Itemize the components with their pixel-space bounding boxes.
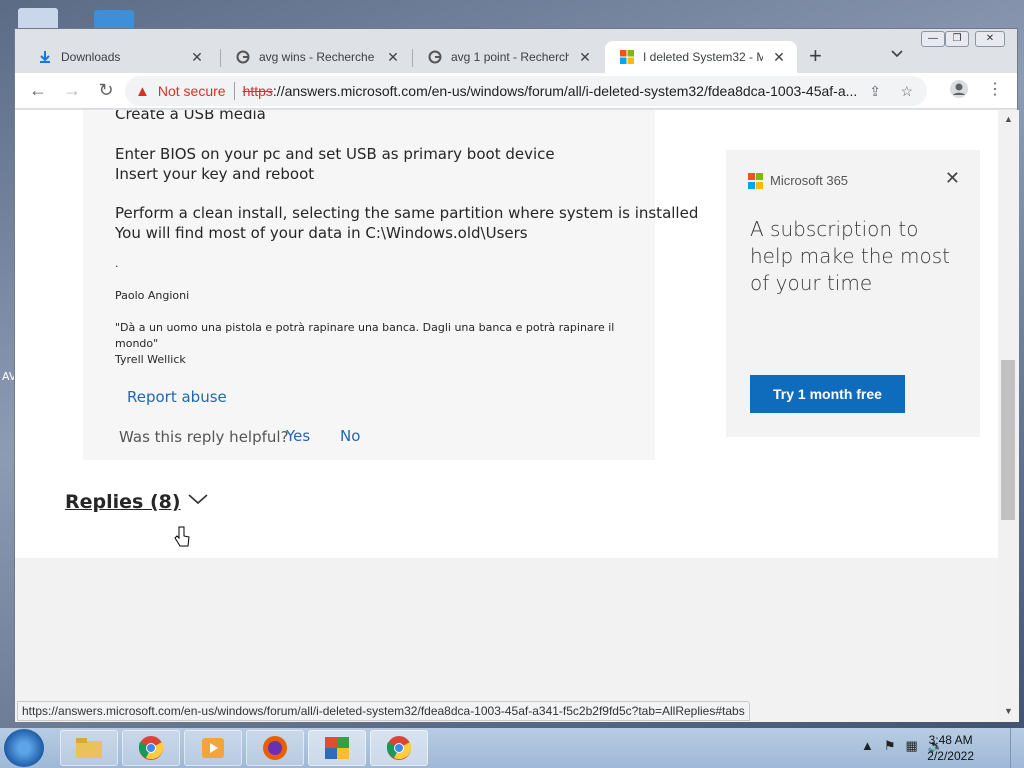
chrome-taskbar-icon[interactable] [122, 730, 180, 766]
clock-time: 3:48 AM [928, 733, 973, 747]
close-icon[interactable]: ✕ [577, 49, 593, 66]
report-abuse-link[interactable]: Report abuse [127, 388, 227, 406]
clock[interactable]: 3:48 AM 2/2/2022 [927, 732, 974, 764]
chevron-down-icon[interactable] [187, 489, 209, 512]
signature-quote: "Dà a un uomo una pistola e potrà rapina… [115, 321, 615, 334]
tab-title: avg 1 point - Recherche [451, 50, 569, 64]
chrome-active-taskbar-icon[interactable] [370, 730, 428, 766]
google-icon [235, 49, 251, 65]
avg-taskbar-icon[interactable] [308, 730, 366, 766]
try-free-button[interactable]: Try 1 month free [750, 375, 905, 413]
close-icon[interactable]: ✕ [189, 49, 205, 66]
firefox-taskbar-icon[interactable] [246, 730, 304, 766]
show-desktop-button[interactable] [1010, 728, 1024, 768]
explorer-taskbar-icon[interactable] [60, 730, 118, 766]
post-line: Insert your key and reboot [115, 165, 315, 183]
start-button[interactable] [4, 729, 44, 767]
media-player-taskbar-icon[interactable] [184, 730, 242, 766]
post-line: Enter BIOS on your pc and set USB as pri… [115, 145, 555, 163]
tab-search-chevron-icon[interactable] [891, 47, 903, 61]
vertical-scrollbar[interactable]: ▲ ▼ [998, 110, 1019, 722]
url-text: ://answers.microsoft.com/en-us/windows/f… [272, 83, 858, 99]
post-line: Perform a clean install, selecting the s… [115, 204, 699, 222]
helpful-question: Was this reply helpful? [119, 428, 289, 446]
microsoft-icon [619, 49, 635, 65]
flag-icon[interactable]: ⚑ [884, 738, 896, 754]
show-hidden-icons-icon[interactable]: ▲ [861, 738, 874, 754]
ad-brand: Microsoft 365 [770, 173, 849, 188]
share-icon[interactable]: ⇪ [869, 83, 881, 100]
signature-name: Paolo Angioni [115, 289, 190, 302]
separator-dot: . [115, 257, 119, 270]
forward-arrow-icon[interactable]: → [57, 76, 87, 106]
download-icon [37, 49, 53, 65]
quote-author: Tyrell Wellick [115, 353, 186, 366]
not-secure-label: Not secure [157, 83, 226, 99]
browser-window: Downloads ✕ avg wins - Recherche Go ✕ av… [14, 28, 1019, 722]
back-arrow-icon[interactable]: ← [23, 76, 53, 106]
google-icon [427, 49, 443, 65]
post-line: Create a USB media [115, 110, 266, 123]
microsoft-logo-icon [748, 173, 764, 189]
tab-title: I deleted System32 - Mi [643, 50, 763, 64]
close-icon[interactable]: ✕ [945, 168, 960, 189]
url-scheme: https [242, 83, 273, 99]
browser-toolbar: ← → ↻ ▲ Not secure https ://answers.micr… [15, 73, 1017, 109]
scroll-up-icon[interactable]: ▲ [1004, 114, 1013, 124]
microsoft-365-ad: Microsoft 365 ✕ A subscription to help m… [726, 150, 980, 437]
reload-icon[interactable]: ↻ [91, 76, 121, 106]
signature-quote: mondo" [115, 337, 159, 350]
network-icon[interactable]: ▦ [906, 738, 918, 754]
clock-date: 2/2/2022 [927, 749, 974, 763]
tab-avg-1-point[interactable]: avg 1 point - Recherche ✕ [413, 41, 603, 73]
tab-title: avg wins - Recherche Go [259, 50, 377, 64]
star-icon[interactable]: ☆ [900, 83, 913, 100]
replies-toggle[interactable]: Replies (8) [65, 491, 181, 513]
ad-headline: A subscription to help make the most of … [750, 217, 951, 295]
taskbar: ▲ ⚑ ▦ 🔈 3:48 AM 2/2/2022 [0, 728, 1024, 768]
close-icon[interactable]: ✕ [771, 49, 787, 66]
helpful-yes-button[interactable]: Yes [286, 427, 310, 445]
tab-i-deleted-system32[interactable]: I deleted System32 - Mi ✕ [605, 41, 797, 73]
minimize-button[interactable]: — [921, 31, 945, 47]
page-viewport: Create a USB media Enter BIOS on your pc… [15, 110, 998, 722]
scroll-down-icon[interactable]: ▼ [1004, 706, 1013, 716]
address-bar[interactable]: ▲ Not secure https ://answers.microsoft.… [125, 76, 927, 106]
tab-strip: Downloads ✕ avg wins - Recherche Go ✕ av… [15, 29, 1017, 73]
helpful-no-button[interactable]: No [340, 427, 360, 445]
profile-avatar-icon[interactable] [949, 79, 969, 104]
menu-kebab-icon[interactable]: ⋮ [987, 79, 1003, 99]
status-bar-url: https://answers.microsoft.com/en-us/wind… [17, 701, 750, 721]
scrollbar-thumb[interactable] [1001, 360, 1015, 520]
close-window-button[interactable]: ✕ [975, 31, 1005, 47]
url-divider [233, 82, 235, 100]
tab-downloads[interactable]: Downloads ✕ [23, 41, 215, 73]
warning-icon: ▲ [135, 82, 150, 100]
tab-title: Downloads [61, 50, 121, 64]
hand-cursor-icon [174, 526, 190, 548]
new-tab-button[interactable]: + [809, 43, 822, 69]
tab-avg-wins[interactable]: avg wins - Recherche Go ✕ [221, 41, 411, 73]
post-line: You will find most of your data in C:\Wi… [115, 224, 528, 242]
maximize-button[interactable]: ❐ [945, 31, 969, 47]
close-icon[interactable]: ✕ [385, 49, 401, 66]
